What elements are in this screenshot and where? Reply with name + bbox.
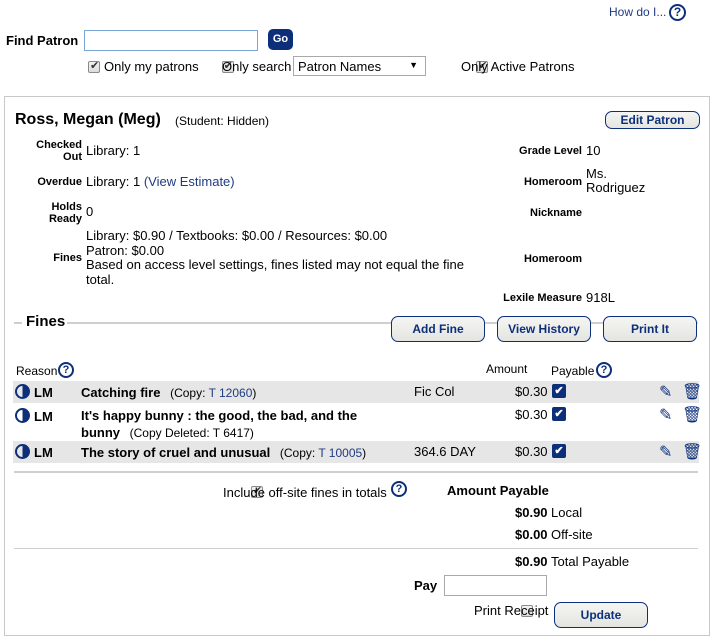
fines-title: Fines [22, 313, 68, 330]
material-type-icon [15, 444, 30, 459]
fines-breakdown: Library: $0.90 / Textbooks: $0.00 / Reso… [86, 228, 388, 243]
edit-patron-button[interactable]: Edit Patron [605, 111, 700, 129]
find-patron-label: Find Patron [6, 33, 79, 48]
fines-divider [14, 322, 698, 324]
overdue-count: Library: 1 [86, 174, 141, 189]
pay-input[interactable] [444, 575, 547, 596]
payable-checkbox[interactable]: ✔ [552, 407, 566, 421]
copy-link[interactable]: T 12060 [209, 386, 253, 400]
nickname-label: Nickname [530, 207, 582, 219]
fine-amount: $0.30 [515, 407, 548, 422]
delete-icon[interactable]: 🗑 [682, 405, 702, 425]
only-search-label: Only search [222, 59, 292, 74]
fines-note: Based on access level settings, fines li… [86, 257, 464, 287]
fine-copy: (Copy: T 10005) [279, 446, 367, 460]
edit-icon[interactable]: ✎ [659, 442, 672, 462]
fine-copy: (Copy: T 12060) [170, 386, 257, 400]
overdue-value: Library: 1 (View Estimate) [86, 174, 235, 189]
totals-divider [14, 471, 698, 473]
material-type-icon [15, 408, 30, 423]
fine-reason: The story of cruel and unusual (Copy: T … [81, 445, 366, 460]
fines-summary: Library: $0.90 / Textbooks: $0.00 / Reso… [86, 228, 466, 287]
view-estimate-link[interactable]: (View Estimate) [144, 174, 235, 189]
grade-level-value: 10 [586, 143, 601, 158]
payable-checkbox[interactable]: ✔ [552, 444, 566, 458]
fine-type: LM [34, 445, 53, 460]
checked-out-label: Checked Out [36, 139, 82, 163]
delete-icon[interactable]: 🗑 [682, 382, 702, 402]
overdue-label: Overdue [37, 176, 82, 188]
fines-patron: Patron: $0.00 [86, 242, 165, 258]
homeroom-label: Homeroom [523, 176, 582, 188]
print-it-button[interactable]: Print It [603, 316, 697, 342]
only-my-patrons-label: Only my patrons [104, 59, 199, 74]
patron-name: Ross, Megan (Meg) [15, 111, 161, 128]
amount-payable-title: Amount Payable [447, 483, 549, 498]
search-type-select[interactable]: Patron Names ▼ [293, 56, 426, 76]
fine-type: LM [34, 409, 53, 424]
update-button[interactable]: Update [554, 602, 648, 628]
include-offsite-help-icon[interactable]: ? [391, 481, 407, 497]
material-type-icon [15, 384, 30, 399]
only-active-patrons-label: Only Active Patrons [461, 59, 575, 74]
fine-amount: $0.30 [515, 444, 548, 459]
fine-amount: $0.30 [515, 384, 548, 399]
include-offsite-label: Include off-site fines in totals [223, 485, 387, 500]
payable-checkbox[interactable]: ✔ [552, 384, 566, 398]
fine-note: Fic Col [414, 384, 455, 399]
checked-out-value: Library: 1 [86, 143, 141, 158]
holds-ready-value: 0 [86, 204, 94, 219]
dropdown-arrow-icon: ▼ [409, 60, 418, 70]
fine-title: The story of cruel and unusual [81, 445, 271, 460]
local-label: Local [551, 505, 583, 520]
help-icon[interactable]: ? [669, 4, 686, 21]
grade-level-label: Grade Level [519, 145, 582, 157]
search-type-value: Patron Names [298, 59, 382, 74]
fine-note: 364.6 DAY [414, 444, 476, 459]
total-divider [14, 548, 698, 549]
fine-reason: It's happy bunny : the good, the bad, an… [81, 407, 381, 442]
how-do-i-link[interactable]: How do I... [609, 5, 666, 19]
fine-type: LM [34, 385, 53, 400]
print-receipt-label: Print Receipt [474, 603, 549, 618]
reason-help-icon[interactable]: ? [58, 362, 74, 378]
edit-icon[interactable]: ✎ [659, 405, 672, 425]
offsite-label: Off-site [551, 527, 593, 542]
only-my-patrons-checkbox[interactable] [88, 59, 100, 73]
homeroom2-label: Homeroom [523, 253, 582, 265]
holds-ready-label: Holds Ready [48, 201, 82, 225]
local-amount: $0.90 [515, 505, 548, 520]
edit-icon[interactable]: ✎ [659, 382, 672, 402]
payable-header: Payable [551, 364, 595, 378]
view-history-button[interactable]: View History [497, 316, 591, 342]
amount-header: Amount [486, 362, 528, 376]
fine-title: Catching fire [81, 385, 161, 400]
homeroom-value: Ms. Rodriguez [586, 166, 646, 195]
add-fine-button[interactable]: Add Fine [391, 316, 485, 342]
offsite-amount: $0.00 [515, 527, 548, 542]
delete-icon[interactable]: 🗑 [682, 442, 702, 462]
find-patron-input[interactable] [84, 30, 258, 51]
total-amount: $0.90 [515, 554, 548, 569]
reason-header: Reason [16, 364, 58, 378]
lexile-value: 918L [586, 290, 615, 305]
fine-reason: Catching fire (Copy: T 12060) [81, 385, 256, 400]
payable-help-icon[interactable]: ? [596, 362, 612, 378]
go-button[interactable]: Go [268, 29, 293, 50]
pay-label: Pay [414, 578, 438, 593]
fine-copy: (Copy Deleted: T 6417) [129, 426, 254, 440]
fines-label: Fines [53, 252, 82, 264]
lexile-label: Lexile Measure [503, 292, 582, 304]
copy-link[interactable]: T 10005 [318, 446, 362, 460]
total-label: Total Payable [551, 554, 630, 569]
patron-status: (Student: Hidden) [175, 114, 270, 128]
